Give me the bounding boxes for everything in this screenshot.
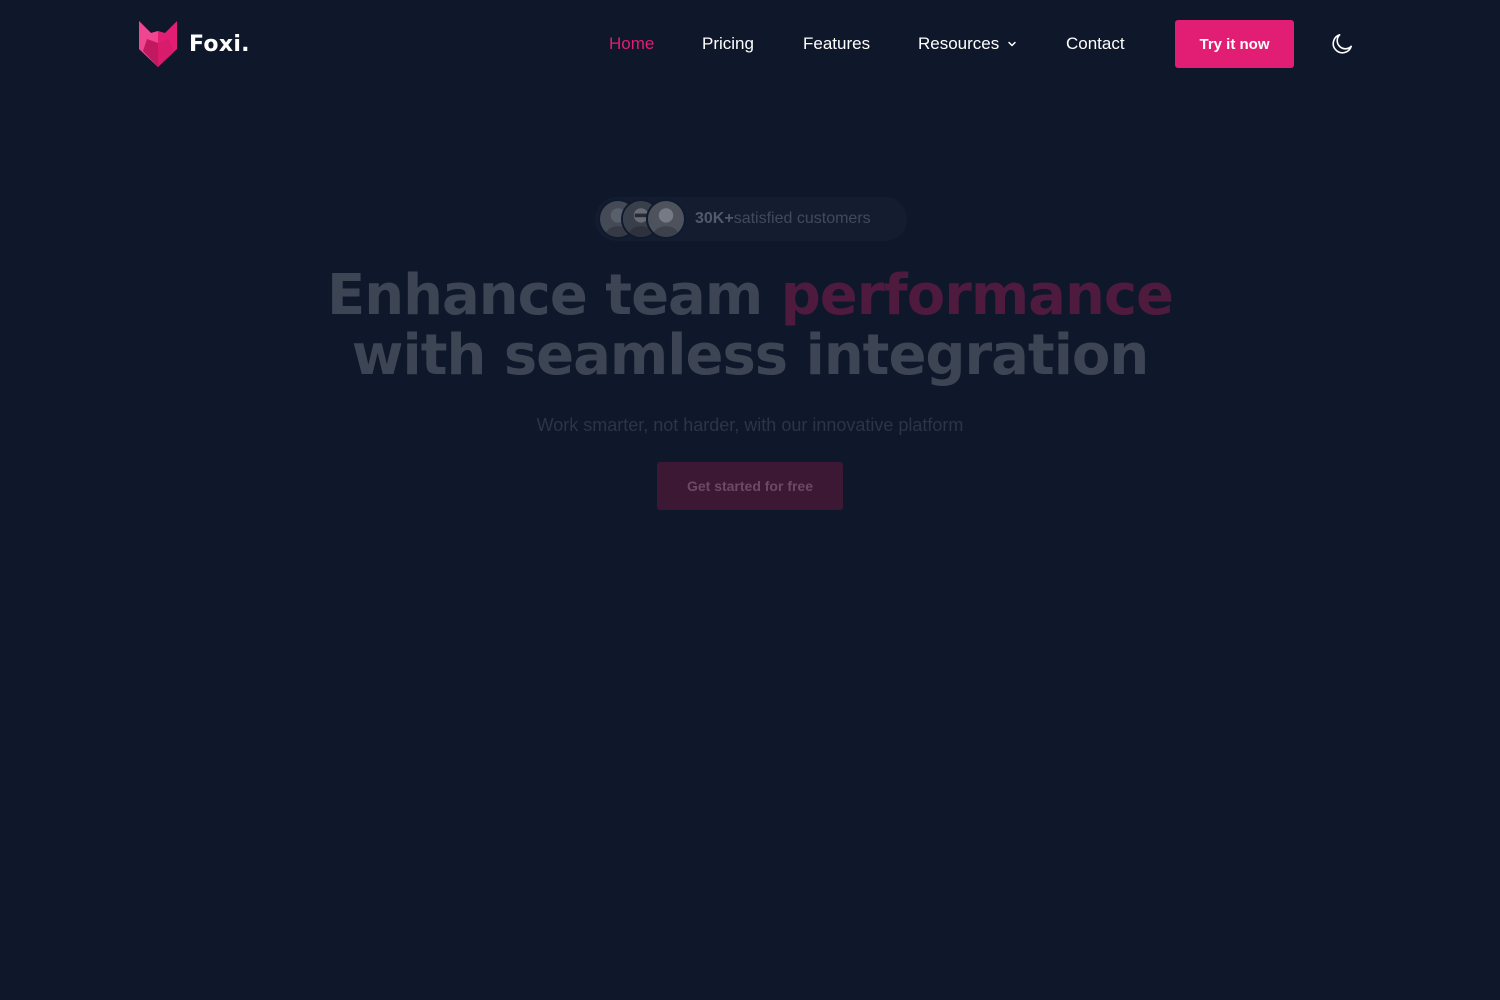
customer-count-label: satisfied customers <box>733 210 871 227</box>
social-proof-badge: 30K+satisfied customers <box>595 197 907 241</box>
headline-part-2: with seamless integration <box>351 323 1149 388</box>
customer-count: 30K+ <box>695 210 734 227</box>
nav-link-home[interactable]: Home <box>609 33 654 55</box>
hero-headline: Enhance team performance with seamless in… <box>0 266 1500 386</box>
get-started-button[interactable]: Get started for free <box>657 462 843 510</box>
site-header: Foxi. Home Pricing Features Resources Co… <box>0 0 1500 88</box>
nav-link-resources[interactable]: Resources <box>918 33 1017 55</box>
chevron-down-icon <box>1008 41 1017 47</box>
nav-link-contact[interactable]: Contact <box>1066 33 1125 55</box>
nav-link-resources-label: Resources <box>918 34 1000 53</box>
moon-icon <box>1332 33 1353 54</box>
hero-subtitle: Work smarter, not harder, with our innov… <box>536 415 964 435</box>
hero-section: 30K+satisfied customers Enhance team per… <box>0 0 1500 1000</box>
social-proof-text: 30K+satisfied customers <box>695 209 871 229</box>
nav-link-pricing[interactable]: Pricing <box>702 33 754 55</box>
avatar <box>646 199 686 239</box>
headline-accent: performance <box>780 263 1174 328</box>
try-it-now-button[interactable]: Try it now <box>1175 20 1294 68</box>
nav-link-features[interactable]: Features <box>803 33 870 55</box>
theme-toggle-button[interactable] <box>1329 31 1355 57</box>
headline-part-1: Enhance team <box>326 263 781 328</box>
